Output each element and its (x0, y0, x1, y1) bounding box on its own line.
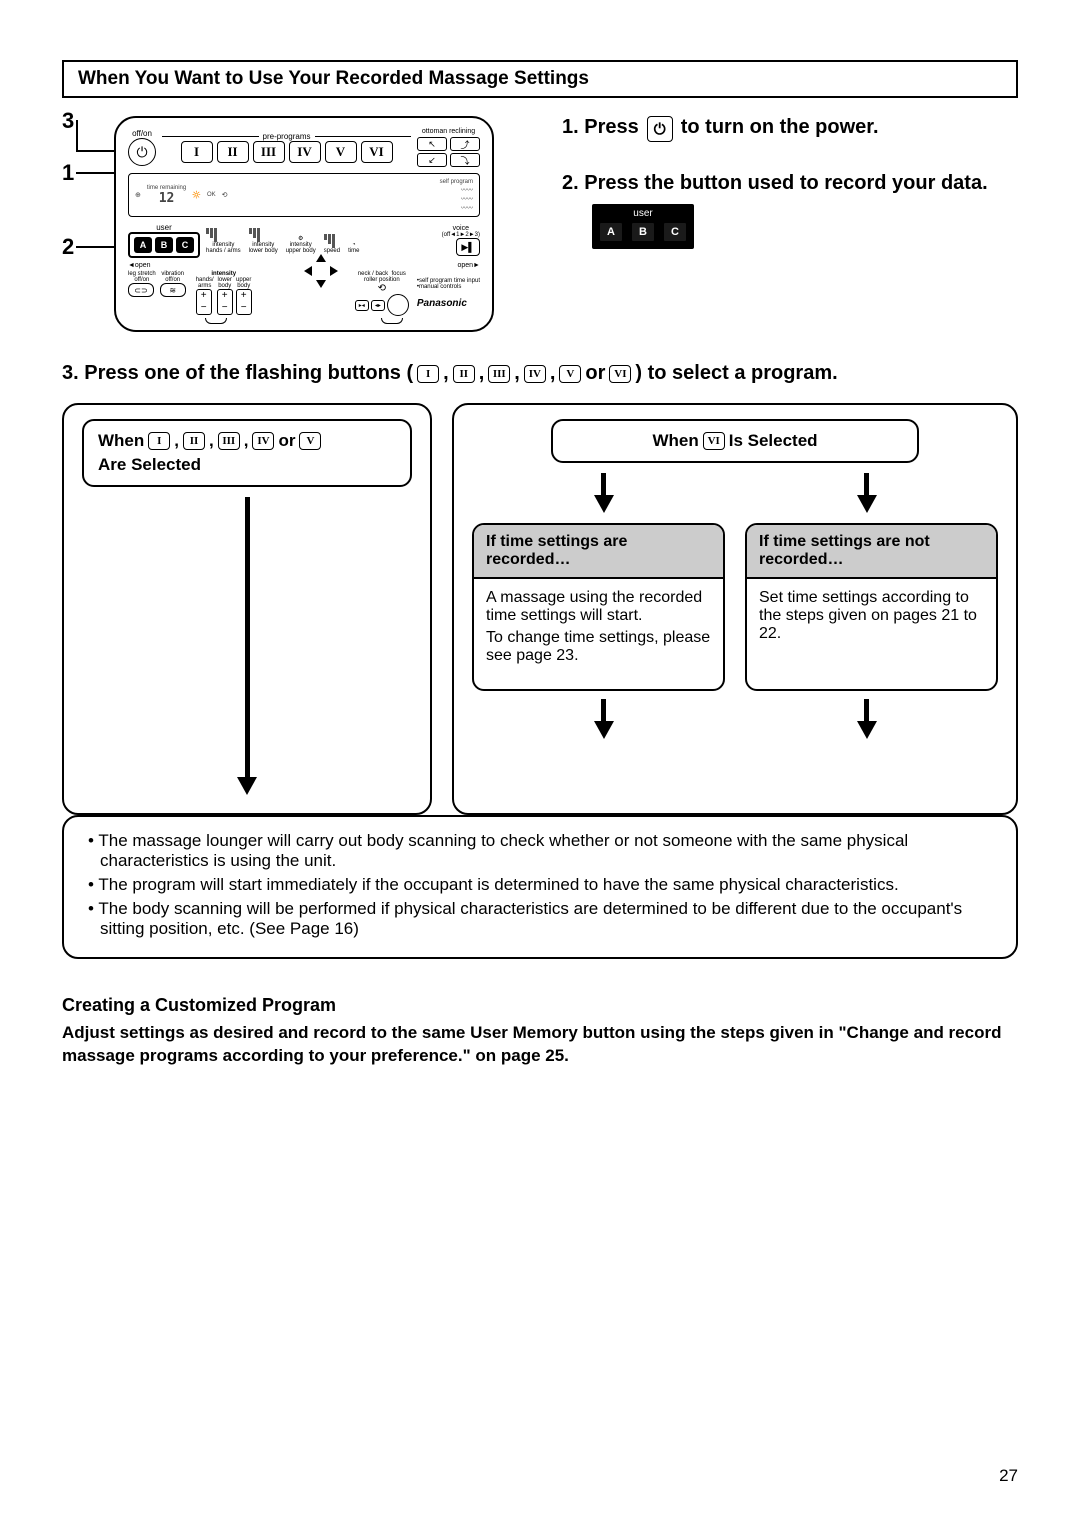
section-title: When You Want to Use Your Recorded Massa… (62, 60, 1018, 98)
page-number: 27 (999, 1466, 1018, 1486)
when-1-5-box: When I, II, III, IV or V Are Selected (82, 419, 412, 487)
user-c-inline: C (662, 221, 688, 243)
roman-1-icon: I (417, 365, 439, 383)
time-not-recorded-box: If time settings are not recorded… Set t… (745, 523, 998, 691)
user-b-button[interactable]: B (155, 237, 173, 253)
user-b-inline: B (630, 221, 656, 243)
program-6-button[interactable]: VI (361, 141, 393, 163)
user-c-button[interactable]: C (176, 237, 194, 253)
user-buttons: A B C (128, 232, 200, 258)
off-on-label: off/on (128, 129, 156, 138)
voice-label: voice (442, 225, 480, 232)
vibration-button[interactable]: ≋ (160, 283, 186, 297)
focus-button[interactable] (387, 294, 409, 316)
program-3-button[interactable]: III (253, 141, 285, 163)
open-left-label: ◄open (128, 262, 151, 269)
roman-4-icon: IV (524, 365, 546, 383)
roman-5-icon: V (559, 365, 581, 383)
ottoman-label: ottoman reclining (417, 128, 480, 135)
upper-intensity-stepper[interactable]: +− (236, 289, 252, 315)
roman-6-icon: VI (609, 365, 631, 383)
remote-diagram: 3 1 2 off/on ⏻ pre-programs (62, 116, 502, 332)
hands-intensity-stepper[interactable]: +− (196, 289, 212, 315)
callout-1: 1 (62, 160, 74, 186)
custom-program-text: Adjust settings as desired and record to… (62, 1022, 1018, 1068)
user-label: user (128, 223, 200, 232)
program-5-button[interactable]: V (325, 141, 357, 163)
recline-down-button[interactable]: ⤵ (450, 153, 480, 167)
program-2-button[interactable]: II (217, 141, 249, 163)
result-item-2: The program will start immediately if th… (88, 875, 992, 895)
cond1-text1: A massage using the recorded time settin… (486, 589, 711, 625)
leg-stretch-button[interactable]: ⊂⊃ (128, 283, 154, 297)
arrow-down-icon (82, 497, 412, 795)
step-2: 2. Press the button used to record your … (562, 170, 1018, 249)
result-item-1: The massage lounger will carry out body … (88, 831, 992, 871)
user-buttons-inline: user A B C (592, 204, 694, 249)
time-recorded-box: If time settings are recorded… A massage… (472, 523, 725, 691)
ottoman-down-button[interactable]: ↙ (417, 153, 447, 167)
user-a-button[interactable]: A (134, 237, 152, 253)
program-1-button[interactable]: I (181, 141, 213, 163)
callout-3: 3 (62, 108, 74, 134)
custom-program-title: Creating a Customized Program (62, 995, 1018, 1016)
ottoman-up-button[interactable]: ↖ (417, 137, 447, 151)
program-4-button[interactable]: IV (289, 141, 321, 163)
callout-2: 2 (62, 234, 74, 260)
flow-left: When I, II, III, IV or V Are Selected (62, 403, 432, 815)
when-6-box: When VI Is Selected (551, 419, 919, 463)
brand-label: Panasonic (417, 298, 480, 309)
open-right-label: open► (457, 262, 480, 269)
power-button[interactable]: ⏻ (128, 138, 156, 166)
roman-2-icon: II (453, 365, 475, 383)
result-box: The massage lounger will carry out body … (62, 815, 1018, 959)
step-3: 3. Press one of the flashing buttons ( I… (62, 362, 1018, 385)
cond1-text2: To change time settings, please see page… (486, 629, 711, 665)
recline-up-button[interactable]: ⤴ (450, 137, 480, 151)
step-1: 1. Press ⏻ to turn on the power. (562, 116, 1018, 142)
result-item-3: The body scanning will be performed if p… (88, 899, 992, 939)
voice-button[interactable]: ▶▌ (456, 238, 480, 256)
roman-3-icon: III (488, 365, 510, 383)
flow-right: When VI Is Selected If time settings are… (452, 403, 1018, 815)
pre-programs-label: pre-programs (263, 132, 311, 141)
lower-intensity-stepper[interactable]: +− (217, 289, 233, 315)
user-a-inline: A (598, 221, 624, 243)
display-screen: ⊕ time remaining 12 🔆 OK ⟲ self program … (128, 173, 480, 217)
power-icon: ⏻ (647, 116, 673, 142)
